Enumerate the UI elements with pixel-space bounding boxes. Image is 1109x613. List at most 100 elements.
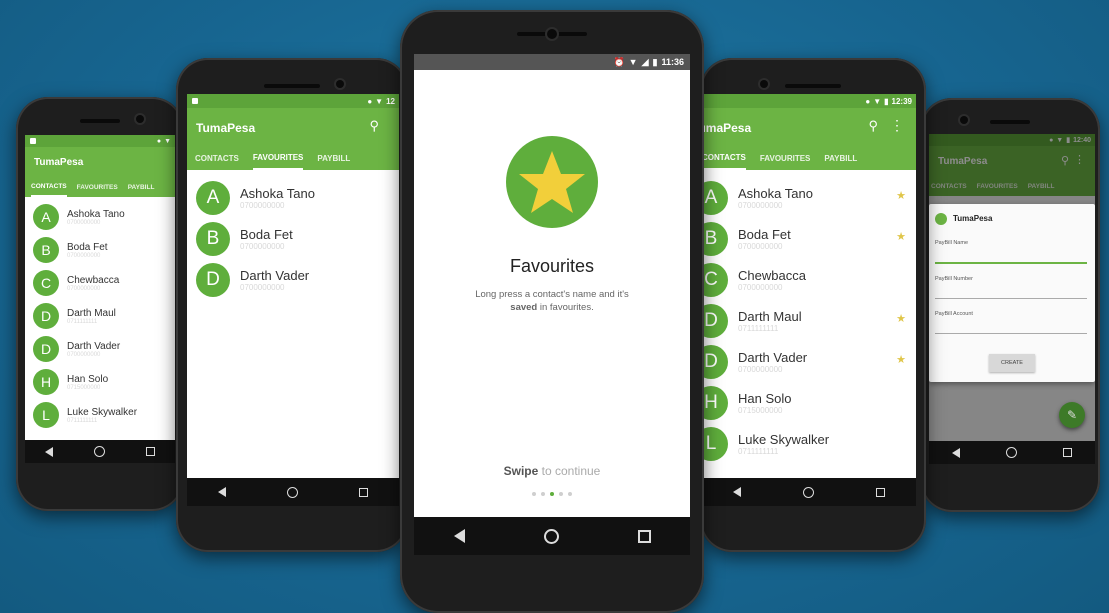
location-icon: ● bbox=[156, 137, 162, 145]
home-icon[interactable] bbox=[1006, 447, 1017, 458]
list-item[interactable]: D Darth Vader 0700000000 ★ bbox=[702, 342, 916, 382]
contact-name: Ashoka Tano bbox=[240, 186, 315, 201]
back-icon[interactable] bbox=[45, 446, 54, 457]
swipe-hint: Swipe to continue bbox=[414, 464, 690, 478]
contact-name: Darth Vader bbox=[67, 340, 121, 352]
camera bbox=[960, 116, 968, 124]
tab-contacts[interactable]: CONTACTS bbox=[195, 154, 239, 163]
recents-icon[interactable] bbox=[1063, 448, 1072, 457]
star-icon[interactable]: ★ bbox=[896, 353, 906, 366]
back-icon[interactable] bbox=[733, 487, 741, 497]
list-item[interactable]: A Ashoka Tano 0700000000 bbox=[187, 178, 399, 218]
list-item[interactable]: H Han Solo 0715000000 bbox=[25, 366, 175, 398]
back-icon[interactable] bbox=[217, 487, 226, 497]
list-item[interactable]: H Han Solo 0715000000 bbox=[702, 383, 916, 423]
app-logo bbox=[935, 213, 947, 225]
contact-number: 0715000000 bbox=[67, 384, 101, 391]
speaker bbox=[264, 84, 320, 88]
onboarding-description: Long press a contact's name and it's save… bbox=[444, 288, 660, 314]
screen: ⏰ ▼ ◢ ▮ 11:36 Favourites Long press a co… bbox=[414, 54, 690, 555]
star-icon[interactable]: ★ bbox=[896, 312, 906, 325]
edit-icon[interactable]: ✎ bbox=[1059, 402, 1085, 428]
back-icon[interactable] bbox=[952, 447, 960, 458]
recents-icon[interactable] bbox=[359, 487, 369, 497]
avatar: D bbox=[702, 304, 728, 338]
app-title: TumaPesa bbox=[196, 121, 256, 135]
home-icon[interactable] bbox=[286, 486, 298, 498]
avatar: D bbox=[33, 336, 59, 362]
list-item[interactable]: A Ashoka Tano 0700000000 ★ bbox=[702, 178, 916, 218]
location-icon: ● bbox=[865, 96, 871, 106]
tab-paybill[interactable]: PAYBILL bbox=[824, 154, 857, 163]
page-dot bbox=[568, 492, 572, 496]
wifi-icon: ▼ bbox=[164, 137, 171, 145]
contact-number: 0700000000 bbox=[240, 283, 285, 292]
list-item[interactable]: A Ashoka Tano 0700000000 bbox=[25, 201, 175, 233]
home-icon[interactable] bbox=[543, 528, 559, 544]
tab-favourites[interactable]: FAVOURITES bbox=[77, 184, 118, 191]
recents-icon[interactable] bbox=[876, 487, 885, 497]
nav-bar bbox=[187, 478, 399, 506]
status-time: 12 bbox=[386, 96, 395, 106]
contact-number: 0711111111 bbox=[67, 417, 98, 424]
signal-icon: ◢ bbox=[641, 56, 649, 67]
tab-paybill[interactable]: PAYBILL bbox=[128, 184, 155, 191]
wifi-icon: ▼ bbox=[873, 96, 882, 106]
star-icon[interactable]: ★ bbox=[896, 189, 906, 202]
app-bar: TumaPesa bbox=[25, 147, 175, 177]
favourites-badge bbox=[506, 136, 598, 228]
list-item[interactable]: B Boda Fet 0700000000 bbox=[187, 219, 399, 259]
home-icon[interactable] bbox=[93, 446, 105, 457]
list-item[interactable]: B Boda Fet 0700000000 ★ bbox=[702, 219, 916, 259]
recents-icon[interactable] bbox=[637, 529, 651, 543]
location-icon: ● bbox=[367, 96, 373, 106]
contact-name: Darth Vader bbox=[738, 350, 808, 365]
back-icon[interactable] bbox=[453, 529, 465, 543]
create-button[interactable]: CREATE bbox=[989, 354, 1035, 372]
app-title: TumaPesa bbox=[34, 157, 84, 168]
list-item[interactable]: D Darth Maul 0711111111 ★ bbox=[702, 301, 916, 341]
nav-bar bbox=[414, 517, 690, 555]
screen: ● ▼ TumaPesa CONTACTS FAVOURITES PAYBILL… bbox=[25, 135, 175, 463]
tab-favourites[interactable]: FAVOURITES bbox=[760, 154, 811, 163]
tab-contacts[interactable]: CONTACTS bbox=[31, 178, 67, 197]
wifi-icon: ▼ bbox=[375, 96, 384, 106]
status-bar: ⏰ ▼ ◢ ▮ 11:36 bbox=[414, 54, 690, 70]
paybill-name-field[interactable] bbox=[935, 262, 1087, 264]
list-item[interactable]: C Chewbacca 0700000000 bbox=[25, 267, 175, 299]
search-icon[interactable]: ⚲ bbox=[868, 118, 878, 134]
onboarding-page: Favourites Long press a contact's name a… bbox=[414, 70, 690, 517]
nav-bar bbox=[702, 478, 916, 506]
more-vert-icon[interactable]: ⋮ bbox=[890, 117, 904, 134]
tab-contacts[interactable]: CONTACTS bbox=[702, 147, 746, 170]
onboarding-title: Favourites bbox=[509, 256, 595, 276]
star-icon[interactable]: ★ bbox=[896, 230, 906, 243]
phone-onboarding: ⏰ ▼ ◢ ▮ 11:36 Favourites Long press a co… bbox=[400, 10, 704, 613]
contact-number: 0700000000 bbox=[67, 351, 101, 358]
status-time: 12:39 bbox=[891, 96, 912, 106]
tab-paybill[interactable]: PAYBILL bbox=[317, 154, 350, 163]
list-item[interactable]: D Darth Vader 0700000000 bbox=[25, 333, 175, 365]
list-item[interactable]: L Luke Skywalker 0711111111 bbox=[25, 399, 175, 431]
paybill-account-field[interactable] bbox=[935, 333, 1087, 334]
list-item[interactable]: C Chewbacca 0700000000 bbox=[702, 260, 916, 300]
list-item[interactable]: D Darth Maul 0711111111 bbox=[25, 300, 175, 332]
tab-favourites[interactable]: FAVOURITES bbox=[252, 147, 304, 170]
contact-number: 0715000000 bbox=[738, 406, 783, 415]
page-indicator bbox=[414, 492, 690, 496]
paybill-number-label: PayBill Number bbox=[935, 276, 973, 282]
list-item[interactable]: B Boda Fet 0700000000 bbox=[25, 234, 175, 266]
home-icon[interactable] bbox=[803, 486, 814, 498]
swipe-rest: to continue bbox=[538, 464, 601, 478]
list-item[interactable]: L Luke Skywalker 0711111111 bbox=[702, 424, 916, 464]
search-icon[interactable]: ⚲ bbox=[369, 118, 379, 134]
contact-name: Luke Skywalker bbox=[738, 432, 830, 447]
contact-name: Han Solo bbox=[67, 373, 109, 385]
swipe-bold: Swipe bbox=[503, 464, 539, 478]
paybill-number-field[interactable] bbox=[935, 298, 1087, 299]
list-item[interactable]: D Darth Vader 0700000000 bbox=[187, 260, 399, 300]
recents-icon[interactable] bbox=[145, 447, 155, 456]
avatar: A bbox=[196, 181, 230, 215]
status-bar: ● ▼ ▮ 12:39 bbox=[702, 94, 916, 108]
avatar: A bbox=[33, 204, 59, 230]
